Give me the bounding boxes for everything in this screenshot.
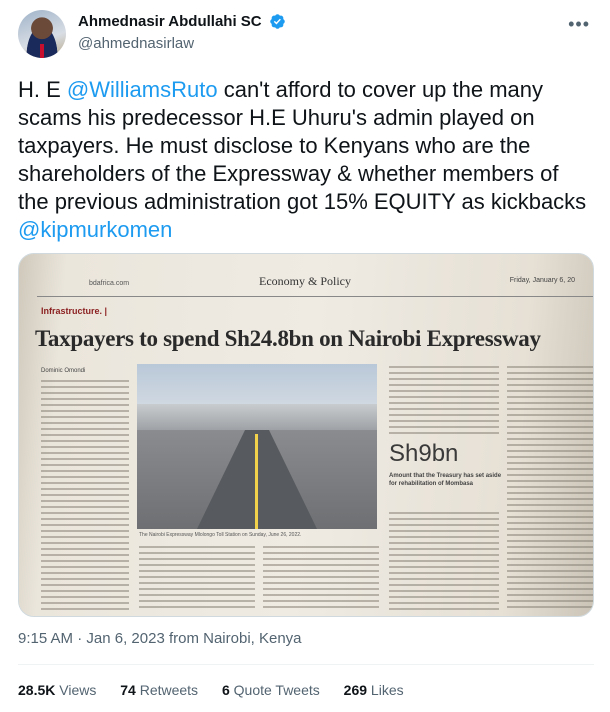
newspaper-kicker: Infrastructure. | bbox=[41, 306, 108, 316]
newspaper-headline: Taxpayers to spend Sh24.8bn on Nairobi E… bbox=[35, 326, 541, 351]
newspaper-site: bdafrica.com bbox=[89, 280, 130, 287]
newspaper-date: Friday, January 6, 20 bbox=[509, 277, 575, 284]
views-stat[interactable]: 28.5K Views bbox=[18, 682, 96, 698]
tweet-stats: 28.5K Views 74 Retweets 6 Quote Tweets 2… bbox=[18, 682, 424, 698]
newspaper-rule bbox=[37, 296, 593, 297]
author-info: Ahmednasir Abdullahi SC @ahmednasirlaw bbox=[78, 13, 286, 52]
article-column bbox=[507, 366, 593, 612]
tweet-text: H. E @WilliamsRuto can't afford to cover… bbox=[18, 76, 594, 244]
tweet-date[interactable]: Jan 6, 2023 bbox=[86, 630, 164, 647]
more-options-icon[interactable]: ••• bbox=[568, 14, 590, 35]
newspaper-byline: Dominic Omondi bbox=[41, 368, 86, 374]
article-column bbox=[139, 546, 255, 612]
meta-separator: · bbox=[77, 630, 87, 647]
quotes-count: 6 bbox=[221, 682, 230, 698]
verified-badge-icon bbox=[270, 14, 285, 30]
retweets-label: Retweets bbox=[139, 682, 199, 698]
quotes-stat[interactable]: 6 Quote Tweets bbox=[222, 682, 320, 698]
quotes-label: Quote Tweets bbox=[233, 682, 320, 698]
tweet-location: from Nairobi, Kenya bbox=[168, 630, 302, 647]
newspaper-section: Economy & Policy bbox=[259, 274, 351, 288]
newspaper-clipping: bdafrica.com Economy & Policy Friday, Ja… bbox=[19, 254, 593, 616]
article-column bbox=[389, 512, 499, 612]
tweet-text-segment: H. E bbox=[18, 77, 67, 102]
article-column bbox=[389, 366, 499, 434]
article-column bbox=[263, 546, 379, 612]
user-handle[interactable]: @ahmednasirlaw bbox=[78, 35, 286, 52]
divider bbox=[18, 664, 594, 665]
retweets-stat[interactable]: 74 Retweets bbox=[120, 682, 198, 698]
pull-quote-description: Amount that the Treasury has set aside f… bbox=[389, 473, 502, 487]
tweet-media-image[interactable]: bdafrica.com Economy & Policy Friday, Ja… bbox=[18, 253, 594, 617]
mention-link-williamsruto[interactable]: @WilliamsRuto bbox=[67, 77, 218, 102]
likes-count: 269 bbox=[343, 682, 368, 698]
tweet-time[interactable]: 9:15 AM bbox=[18, 630, 73, 647]
tweet-timestamp: 9:15 AM · Jan 6, 2023 from Nairobi, Keny… bbox=[18, 630, 302, 647]
likes-stat[interactable]: 269 Likes bbox=[344, 682, 404, 698]
expressway-photo bbox=[137, 364, 377, 529]
views-label: Views bbox=[59, 682, 97, 698]
display-name[interactable]: Ahmednasir Abdullahi SC bbox=[78, 13, 262, 30]
pull-quote-figure: Sh9bn bbox=[389, 440, 459, 467]
views-count: 28.5K bbox=[18, 682, 56, 698]
photo-caption: The Nairobi Expressway Mlolongo Toll Sta… bbox=[139, 532, 302, 538]
likes-label: Likes bbox=[370, 682, 404, 698]
mention-link-kipmurkomen[interactable]: @kipmurkomen bbox=[18, 217, 172, 242]
avatar[interactable] bbox=[18, 10, 66, 58]
retweets-count: 74 bbox=[120, 682, 136, 698]
article-column bbox=[41, 380, 129, 612]
tweet-header: Ahmednasir Abdullahi SC @ahmednasirlaw •… bbox=[18, 10, 594, 66]
